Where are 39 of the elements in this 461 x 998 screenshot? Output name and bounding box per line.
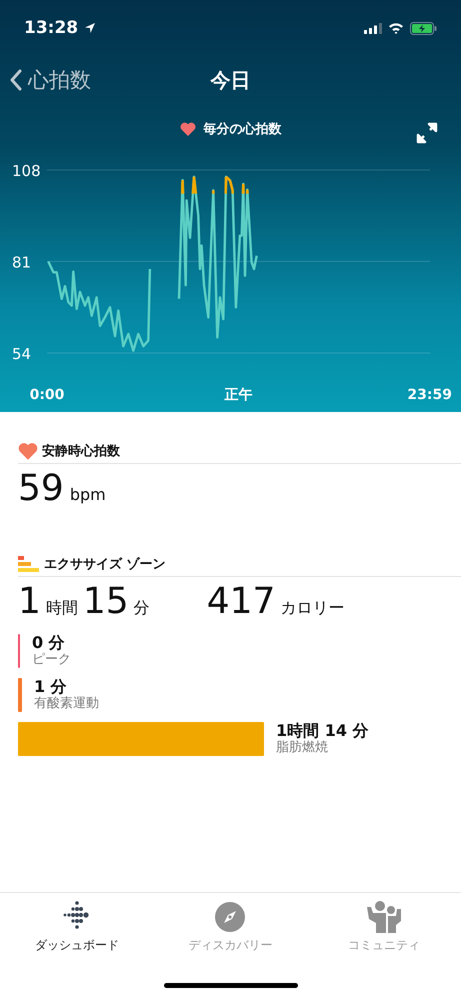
section-title: エクササイズ ゾーン — [44, 556, 166, 573]
page-title: 今日 — [210, 66, 250, 94]
heart-icon — [18, 442, 38, 460]
wifi-icon — [388, 22, 404, 34]
unit-label: 分 — [134, 598, 150, 619]
hours-value: 1 — [18, 581, 41, 622]
x-axis-label: 23:59 — [407, 387, 452, 403]
signal-icon — [364, 22, 382, 34]
chevron-left-icon[interactable] — [10, 69, 22, 91]
location-arrow-icon — [84, 22, 96, 34]
unit-label: 時間 — [46, 598, 78, 619]
y-axis-label: 108 — [12, 162, 41, 180]
x-axis-label: 0:00 — [30, 387, 64, 403]
zone-time: 0 分 — [32, 634, 66, 652]
expand-icon[interactable] — [416, 122, 438, 144]
chart-title: 毎分の心拍数 — [204, 120, 282, 138]
zone-label: 有酸素運動 — [34, 696, 99, 712]
battery-icon — [410, 22, 437, 34]
y-axis-label: 54 — [12, 345, 32, 363]
y-axis-label: 81 — [12, 254, 32, 272]
zone-label: ピーク — [32, 652, 71, 668]
zone-time: 1時間 14 分 — [276, 722, 369, 740]
unit-label: bpm — [70, 485, 106, 504]
zone-bars-icon — [18, 556, 40, 572]
unit-label: カロリー — [280, 598, 344, 619]
tab[interactable]: ダッシュボード — [12, 901, 142, 973]
back-button[interactable]: 心拍数 — [0, 66, 91, 94]
minutes-value: 15 — [82, 581, 129, 622]
calories-value: 417 — [206, 581, 276, 622]
heart-icon — [180, 122, 196, 136]
section-title: 安静時心拍数 — [42, 442, 120, 460]
people-icon — [366, 901, 402, 933]
x-axis-label: 正午 — [224, 387, 252, 403]
zone-time: 1 分 — [34, 678, 68, 696]
status-time: 13:28 — [24, 18, 78, 38]
resting-heart-rate-value: 59 — [18, 468, 64, 509]
peak-zone-highlight — [180, 176, 249, 195]
compass-icon — [214, 901, 246, 933]
zone-label: 脂肪燃焼 — [276, 740, 329, 756]
